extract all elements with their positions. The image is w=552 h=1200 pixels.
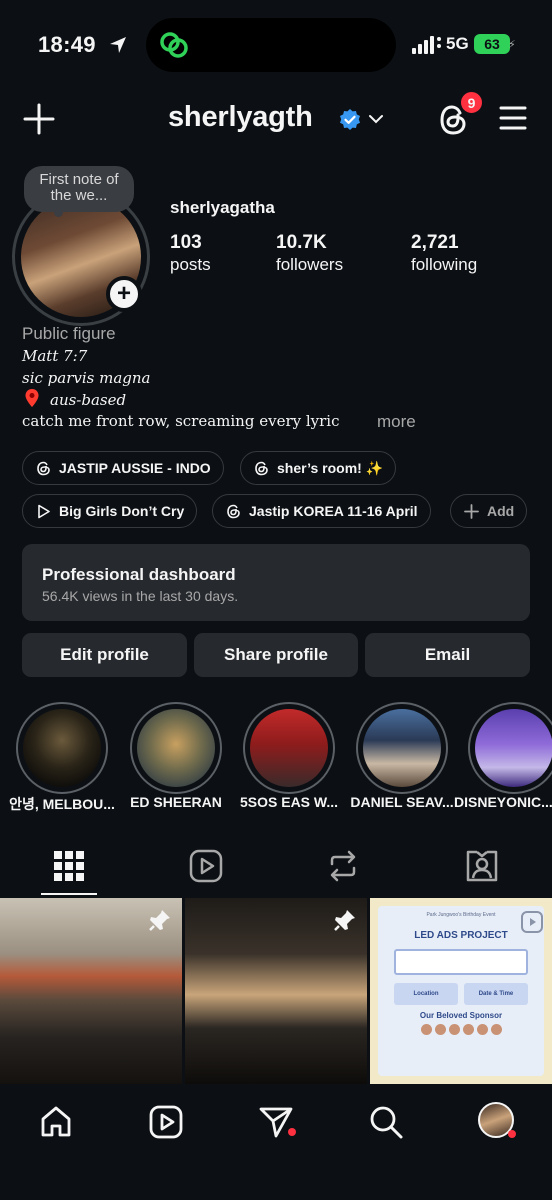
highlight-cover bbox=[250, 709, 328, 787]
flyer-header: Park Jungwoo's Birthday Event bbox=[426, 912, 496, 918]
location-arrow-icon bbox=[110, 37, 126, 53]
threads-icon bbox=[255, 461, 268, 475]
bio-more-link[interactable]: more bbox=[377, 412, 416, 432]
stat-value: 103 bbox=[170, 232, 202, 253]
pinned-post-icon bbox=[149, 910, 170, 931]
link-chip[interactable]: JASTIP AUSSIE - INDO bbox=[22, 451, 224, 485]
tab-reels-icon[interactable] bbox=[188, 848, 224, 884]
profile-display-name: sherlyagatha bbox=[170, 198, 275, 217]
dashboard-subtitle: 56.4K views in the last 30 days. bbox=[42, 588, 239, 604]
story-highlight[interactable] bbox=[243, 702, 335, 794]
dashboard-title: Professional dashboard bbox=[42, 565, 236, 584]
chevron-down-icon[interactable] bbox=[368, 113, 384, 125]
flyer-location: Location bbox=[394, 983, 458, 1005]
tab-grid-icon[interactable] bbox=[51, 848, 87, 884]
threads-notification-badge: 9 bbox=[459, 90, 484, 115]
stat-value: 10.7K bbox=[276, 232, 327, 253]
stat-label: posts bbox=[170, 255, 211, 274]
charging-icon: ⚡ bbox=[508, 39, 516, 51]
professional-dashboard[interactable]: Professional dashboard 56.4K views in th… bbox=[22, 544, 530, 621]
highlight-label: DISNEYONIC... bbox=[454, 794, 552, 810]
grid-post[interactable] bbox=[185, 898, 367, 1084]
create-plus-icon[interactable] bbox=[22, 102, 56, 136]
plus-icon bbox=[464, 503, 479, 519]
stat-label: followers bbox=[276, 255, 344, 274]
stat-posts[interactable]: 103 posts bbox=[170, 232, 211, 275]
home-icon[interactable] bbox=[38, 1104, 74, 1140]
reels-icon[interactable] bbox=[148, 1104, 184, 1140]
link-chip[interactable]: Big Girls Don’t Cry bbox=[22, 494, 198, 528]
battery-level: 63 bbox=[484, 36, 500, 52]
link-chip[interactable]: Jastip KOREA 11-16 April bbox=[212, 494, 431, 528]
flyer-info-row: Location Date & Time bbox=[394, 983, 528, 1005]
tab-reposts-icon[interactable] bbox=[325, 848, 361, 884]
note-bubble-tail bbox=[54, 208, 63, 217]
stat-value: 2,721 bbox=[411, 232, 459, 253]
flyer-sponsor-avatars bbox=[384, 1024, 538, 1035]
highlight-label: ED SHEERAN bbox=[130, 794, 222, 810]
bio-line: catch me front row, screaming every lyri… bbox=[22, 412, 340, 430]
verified-badge-icon bbox=[340, 109, 360, 130]
search-icon[interactable] bbox=[368, 1104, 404, 1140]
highlight-cover bbox=[363, 709, 441, 787]
reel-icon bbox=[521, 911, 543, 933]
add-link-chip[interactable]: Add bbox=[450, 494, 528, 528]
status-bar: 18:49 5G 63 ⚡ bbox=[0, 0, 552, 80]
link-icon bbox=[160, 32, 188, 58]
flyer-led-box bbox=[394, 949, 528, 975]
location-pin-icon bbox=[25, 389, 39, 407]
stat-following[interactable]: 2,721 following bbox=[411, 232, 477, 275]
story-highlight[interactable] bbox=[130, 702, 222, 794]
highlight-cover bbox=[23, 709, 101, 787]
highlight-cover bbox=[137, 709, 215, 787]
bottom-navigation bbox=[0, 1086, 552, 1200]
link-chip[interactable]: sher’s room! ✨ bbox=[240, 451, 397, 485]
chip-label: sher’s room! ✨ bbox=[277, 459, 384, 476]
highlight-label: 안녕, MELBOU... bbox=[9, 796, 115, 812]
highlight-label: 5SOS EAS W... bbox=[239, 794, 339, 810]
stat-followers[interactable]: 10.7K followers bbox=[276, 232, 343, 275]
email-button[interactable]: Email bbox=[365, 633, 530, 677]
dynamic-island bbox=[146, 18, 396, 72]
edit-profile-button[interactable]: Edit profile bbox=[22, 633, 187, 677]
play-icon bbox=[38, 504, 50, 518]
hamburger-menu-icon[interactable] bbox=[498, 104, 528, 132]
highlight-label: DANIEL SEAV... bbox=[350, 794, 454, 810]
chip-label: Big Girls Don’t Cry bbox=[59, 503, 185, 519]
chip-label: JASTIP AUSSIE - INDO bbox=[59, 460, 211, 476]
story-highlight[interactable] bbox=[468, 702, 552, 794]
flyer-datetime: Date & Time bbox=[464, 983, 528, 1005]
stat-label: following bbox=[411, 255, 478, 274]
chip-label: Add bbox=[487, 503, 515, 519]
signal-icon bbox=[412, 36, 441, 54]
add-story-plus-icon[interactable]: + bbox=[106, 276, 142, 312]
threads-icon bbox=[227, 504, 240, 518]
messages-notification-dot bbox=[288, 1128, 296, 1136]
active-tab-indicator bbox=[41, 893, 97, 895]
grid-post[interactable] bbox=[0, 898, 182, 1084]
flyer-title: LED ADS PROJECT bbox=[414, 930, 508, 941]
pinned-post-icon bbox=[334, 910, 355, 931]
grid-post[interactable]: Park Jungwoo's Birthday Event LED ADS PR… bbox=[370, 898, 552, 1084]
threads-icon bbox=[37, 461, 50, 475]
bio-line: aus-based bbox=[50, 391, 127, 409]
profile-category: Public figure bbox=[22, 324, 116, 343]
bio-line: sic parvis magna bbox=[22, 369, 151, 387]
highlight-cover bbox=[475, 709, 552, 787]
note-bubble[interactable]: First note of the we... bbox=[24, 166, 134, 212]
share-profile-button[interactable]: Share profile bbox=[194, 633, 358, 677]
story-highlight[interactable] bbox=[356, 702, 448, 794]
chip-label: Jastip KOREA 11-16 April bbox=[249, 503, 418, 519]
status-time: 18:49 bbox=[38, 32, 96, 57]
profile-notification-dot bbox=[508, 1130, 516, 1138]
story-highlight[interactable] bbox=[16, 702, 108, 794]
bio-line: Matt 7:7 bbox=[22, 347, 88, 365]
network-type: 5G bbox=[446, 34, 469, 53]
flyer-sponsor: Our Beloved Sponsor bbox=[419, 1011, 503, 1020]
username-switcher[interactable]: sherlyagth bbox=[168, 101, 313, 134]
tab-tagged-icon[interactable] bbox=[464, 848, 500, 884]
battery-indicator: 63 bbox=[474, 34, 510, 54]
